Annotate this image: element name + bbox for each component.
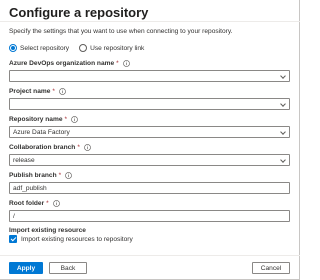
collaboration-branch-dropdown[interactable]: release [9, 154, 290, 166]
repository-source-options: Select repository Use repository link [9, 42, 154, 54]
required-marker: * [116, 60, 119, 67]
repository-label: Repository name * [9, 116, 78, 123]
project-label: Project name * [9, 88, 66, 95]
page-subtitle: Specify the settings that you want to us… [9, 28, 233, 35]
project-label-text: Project name [9, 88, 51, 95]
root-folder-value: / [13, 212, 15, 220]
required-marker: * [77, 144, 80, 151]
publish-branch-label-text: Publish branch [9, 172, 57, 179]
select-repository-label: Select repository [20, 44, 70, 52]
repository-value: Azure Data Factory [13, 128, 70, 136]
publish-branch-input[interactable]: adf_publish [9, 182, 290, 194]
publish-branch-value: adf_publish [13, 184, 47, 192]
root-folder-label: Root folder * [9, 200, 60, 207]
use-repository-link-radio[interactable]: Use repository link [79, 44, 144, 52]
required-marker: * [52, 88, 55, 95]
required-marker: * [64, 116, 68, 123]
radio-unselected-indicator [79, 44, 88, 52]
info-icon[interactable] [122, 60, 130, 67]
cancel-button[interactable]: Cancel [252, 262, 290, 274]
select-repository-radio[interactable]: Select repository [9, 44, 69, 52]
organization-label-text: Azure DevOps organization name [9, 60, 115, 67]
info-icon[interactable] [59, 88, 66, 95]
info-icon[interactable] [84, 144, 91, 151]
repository-label-text: Repository name [9, 116, 63, 123]
required-marker: * [58, 172, 62, 179]
info-icon[interactable] [52, 200, 60, 207]
required-marker: * [46, 200, 49, 207]
import-section-label-text: Import existing resource [9, 227, 86, 234]
collaboration-branch-value: release [13, 156, 35, 164]
back-button[interactable]: Back [49, 262, 87, 274]
organization-label: Azure DevOps organization name * [9, 60, 130, 67]
info-icon[interactable] [65, 172, 73, 179]
organization-dropdown[interactable] [9, 70, 290, 82]
header-divider [0, 21, 300, 22]
root-folder-input[interactable]: / [9, 210, 290, 222]
repository-dropdown[interactable]: Azure Data Factory [9, 126, 290, 138]
radio-selected-indicator [9, 44, 17, 52]
page-title: Configure a repository [9, 5, 149, 20]
configure-repository-panel: Configure a repository Specify the setti… [0, 0, 300, 280]
import-section-label: Import existing resource [9, 227, 86, 234]
apply-button[interactable]: Apply [9, 262, 43, 274]
root-folder-label-text: Root folder [9, 200, 45, 207]
import-existing-checkbox[interactable] [9, 235, 17, 243]
collaboration-branch-label: Collaboration branch * [9, 144, 91, 151]
collaboration-branch-label-text: Collaboration branch [9, 144, 76, 151]
import-existing-checkbox-label: Import existing resources to repository [21, 235, 133, 243]
info-icon[interactable] [71, 116, 78, 123]
footer-divider [0, 255, 300, 256]
use-repository-link-label: Use repository link [90, 44, 145, 52]
publish-branch-label: Publish branch * [9, 172, 73, 179]
project-dropdown[interactable] [9, 98, 290, 110]
import-existing-checkbox-row[interactable]: Import existing resources to repository [9, 235, 133, 243]
